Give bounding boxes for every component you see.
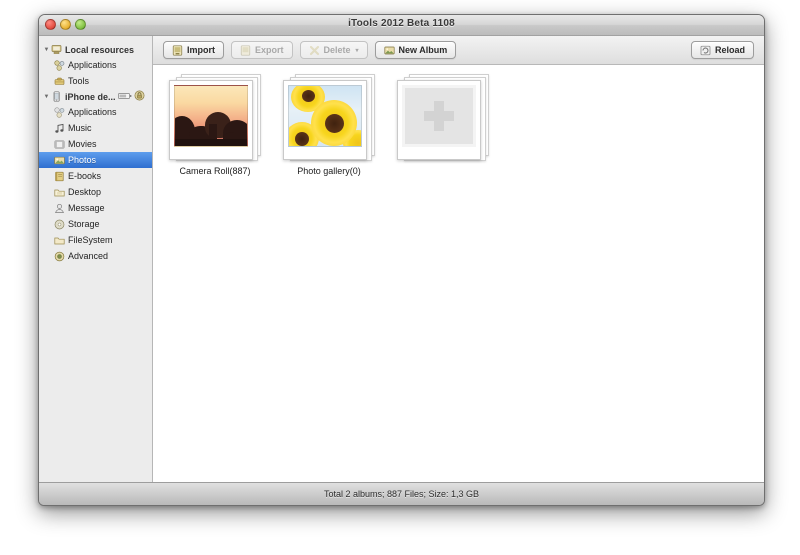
photos-icon bbox=[54, 155, 65, 166]
computer-icon bbox=[51, 44, 62, 55]
battery-icon bbox=[117, 92, 132, 102]
import-icon bbox=[172, 44, 183, 56]
disclosure-triangle-icon[interactable]: ▼ bbox=[42, 47, 51, 53]
application-window: iTools 2012 Beta 1108 ▼ Local resources bbox=[38, 14, 765, 506]
sidebar-item-advanced[interactable]: Advanced bbox=[39, 248, 152, 264]
sidebar-item-label: Photos bbox=[68, 155, 97, 165]
sidebar-item-label: Music bbox=[68, 123, 92, 133]
desktop-folder-icon bbox=[54, 187, 65, 198]
album-label: Photo gallery(0) bbox=[297, 166, 361, 176]
add-album-tile[interactable] bbox=[393, 74, 493, 166]
sidebar-group-local-resources[interactable]: ▼ Local resources bbox=[39, 42, 152, 57]
sidebar-item-label: Desktop bbox=[68, 187, 102, 197]
album-tile[interactable]: Photo gallery(0) bbox=[279, 74, 379, 176]
delete-x-icon bbox=[309, 45, 320, 56]
applications-icon bbox=[54, 59, 65, 71]
sunset-photo bbox=[174, 85, 248, 147]
sidebar-item-applications-device[interactable]: Applications bbox=[39, 104, 152, 120]
add-album-placeholder[interactable] bbox=[402, 85, 476, 147]
sidebar-item-label: Storage bbox=[68, 219, 100, 229]
sidebar-item-message[interactable]: Message bbox=[39, 200, 152, 216]
sidebar-item-storage[interactable]: Storage bbox=[39, 216, 152, 232]
export-button[interactable]: Export bbox=[231, 41, 293, 59]
new-album-icon bbox=[383, 45, 395, 56]
movies-icon bbox=[54, 139, 65, 150]
album-thumbnail-stack bbox=[167, 74, 263, 162]
plus-icon bbox=[424, 101, 454, 131]
iphone-icon bbox=[51, 91, 62, 102]
stack-sheet-front bbox=[283, 80, 367, 160]
sidebar: ▼ Local resources Applications Tools ▼ i… bbox=[39, 36, 153, 483]
advanced-gear-icon bbox=[54, 251, 65, 262]
import-button[interactable]: Import bbox=[163, 41, 224, 59]
device-status-icons bbox=[117, 90, 145, 103]
sidebar-item-label: Message bbox=[68, 203, 105, 213]
toolbar: Import Export Delete ▾ New Album Reload bbox=[153, 36, 764, 65]
disclosure-triangle-icon[interactable]: ▼ bbox=[42, 94, 51, 100]
window-body: ▼ Local resources Applications Tools ▼ i… bbox=[39, 36, 764, 483]
sidebar-item-tools[interactable]: Tools bbox=[39, 73, 152, 89]
sidebar-item-photos[interactable]: Photos bbox=[39, 152, 152, 168]
sidebar-item-applications-local[interactable]: Applications bbox=[39, 57, 152, 73]
export-label: Export bbox=[255, 45, 284, 55]
sidebar-group-iphone-device[interactable]: ▼ iPhone de... bbox=[39, 89, 152, 104]
new-album-label: New Album bbox=[398, 45, 448, 55]
sidebar-item-label: E-books bbox=[68, 171, 102, 181]
export-icon bbox=[240, 44, 251, 56]
ebooks-icon bbox=[54, 171, 65, 182]
lock-icon[interactable] bbox=[134, 90, 145, 103]
filesystem-folder-icon bbox=[54, 235, 65, 246]
delete-label: Delete bbox=[323, 45, 351, 55]
sidebar-item-filesystem[interactable]: FileSystem bbox=[39, 232, 152, 248]
title-bar[interactable]: iTools 2012 Beta 1108 bbox=[39, 15, 764, 36]
sidebar-item-label: Advanced bbox=[68, 251, 109, 261]
sunflower-photo bbox=[288, 85, 362, 147]
sidebar-item-music[interactable]: Music bbox=[39, 120, 152, 136]
sidebar-group-label: Local resources bbox=[65, 44, 135, 55]
message-icon bbox=[54, 203, 65, 214]
import-label: Import bbox=[187, 45, 215, 55]
content-pane: Import Export Delete ▾ New Album Reload … bbox=[153, 36, 764, 483]
sidebar-item-label: Applications bbox=[68, 60, 117, 70]
album-tile[interactable]: Camera Roll(887) bbox=[165, 74, 265, 176]
window-title: iTools 2012 Beta 1108 bbox=[348, 18, 455, 29]
chevron-down-icon[interactable]: ▾ bbox=[356, 47, 359, 54]
applications-icon bbox=[54, 106, 65, 118]
sidebar-item-label: Tools bbox=[68, 76, 90, 86]
album-thumbnail-stack bbox=[395, 74, 491, 162]
album-grid: Camera Roll(887) Photo gallery(0) bbox=[153, 65, 764, 483]
reload-label: Reload bbox=[714, 45, 745, 55]
sidebar-group-label: iPhone de... bbox=[65, 91, 116, 102]
status-bar: Total 2 albums; 887 Files; Size: 1,3 GB bbox=[39, 482, 764, 505]
status-text: Total 2 albums; 887 Files; Size: 1,3 GB bbox=[323, 489, 480, 499]
storage-icon bbox=[54, 219, 65, 230]
sidebar-item-label: Movies bbox=[68, 139, 97, 149]
sidebar-item-desktop[interactable]: Desktop bbox=[39, 184, 152, 200]
tools-icon bbox=[54, 76, 65, 87]
delete-button[interactable]: Delete ▾ bbox=[299, 41, 368, 59]
sidebar-item-movies[interactable]: Movies bbox=[39, 136, 152, 152]
sidebar-item-label: Applications bbox=[68, 107, 117, 117]
sidebar-item-label: FileSystem bbox=[68, 235, 113, 245]
sidebar-item-ebooks[interactable]: E-books bbox=[39, 168, 152, 184]
reload-button[interactable]: Reload bbox=[690, 41, 754, 59]
album-thumbnail-stack bbox=[281, 74, 377, 162]
stack-sheet-front bbox=[397, 80, 481, 160]
new-album-button[interactable]: New Album bbox=[374, 41, 457, 59]
reload-icon bbox=[700, 45, 711, 56]
music-note-icon bbox=[54, 123, 65, 134]
album-label: Camera Roll(887) bbox=[179, 166, 251, 176]
stack-sheet-front bbox=[169, 80, 253, 160]
